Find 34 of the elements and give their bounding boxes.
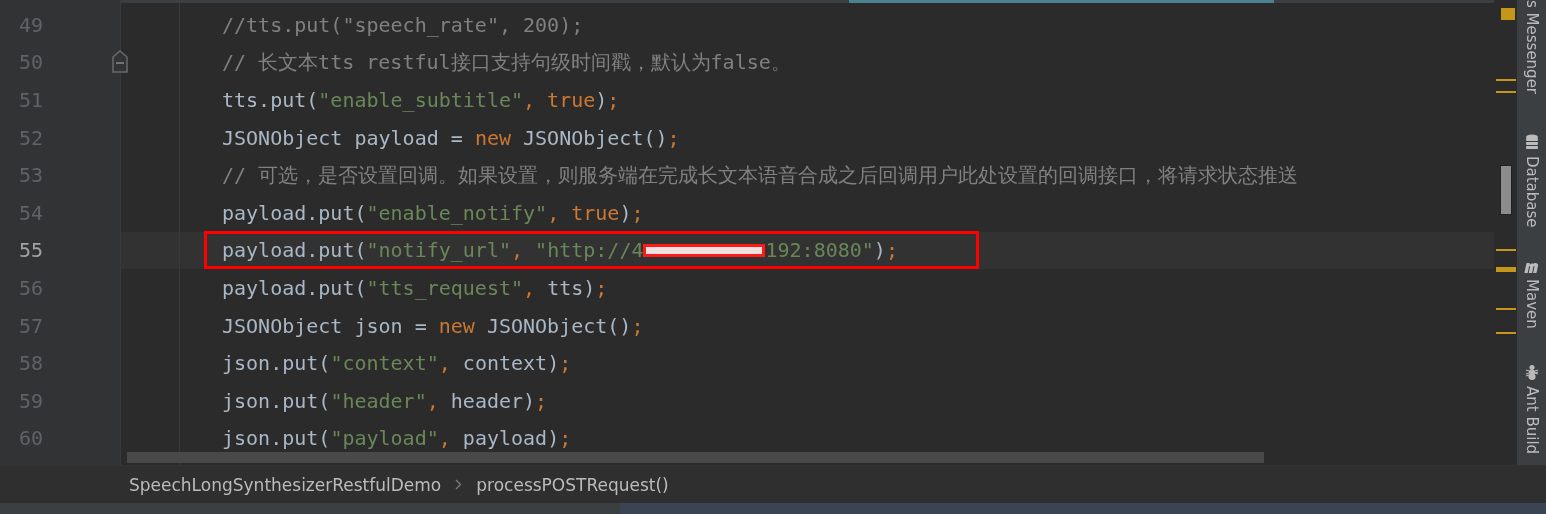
error-stripe-mark[interactable] <box>1496 332 1516 334</box>
code-line: payload.put("notify_url", "http://4 <box>222 238 644 263</box>
code-line: json.put("payload", payload); <box>222 426 572 451</box>
side-tab[interactable]: Ant Build <box>1522 364 1541 455</box>
code-line: 192:8080"); <box>765 238 898 263</box>
error-stripe-mark[interactable] <box>1496 249 1516 251</box>
code-line: json.put("header", header); <box>222 388 548 413</box>
side-tab[interactable]: Database <box>1522 134 1541 228</box>
code-line: // 可选，是否设置回调。如果设置，则服务端在完成长文本语音合成之后回调用户此处设置的回调接口，将请求状态推送 <box>222 161 1299 189</box>
error-stripe-mark[interactable] <box>1501 8 1515 20</box>
error-stripe-mark[interactable] <box>1496 79 1516 81</box>
side-tab[interactable]: Maven <box>1522 261 1541 329</box>
code-line: JSONObject payload = new JSONObject(); <box>222 125 680 150</box>
breadcrumb[interactable]: SpeechLongSynthesizerRestfulDemo <box>129 474 442 495</box>
database-icon <box>1524 134 1539 151</box>
code-line: //tts.put("speech_rate", 200); <box>222 12 584 37</box>
side-tab[interactable]: s Messenger <box>1522 0 1541 95</box>
code-line: json.put("context", context); <box>222 351 572 376</box>
breadcrumb[interactable]: processPOSTRequest() <box>476 474 669 495</box>
maven-icon <box>1524 261 1539 273</box>
code-line: payload.put("tts_request", tts); <box>222 275 608 300</box>
scrollbar-thumb[interactable] <box>1500 165 1512 215</box>
code-line: tts.put("enable_subtitle", true); <box>222 88 620 112</box>
code-line: // 长文本tts restful接口支持句级时间戳，默认为false。 <box>222 48 791 76</box>
error-stripe-mark[interactable] <box>1496 91 1516 93</box>
chevron-icon <box>455 479 463 490</box>
code-line: JSONObject json = new JSONObject(); <box>222 313 644 338</box>
ant-icon <box>1523 364 1540 381</box>
fold-icon[interactable] <box>112 50 128 75</box>
scrollbar-thumb[interactable] <box>127 452 1264 463</box>
line-number: 55 <box>19 238 44 263</box>
error-stripe-mark[interactable] <box>1496 267 1516 272</box>
code-line: payload.put("enable_notify", true); <box>222 200 644 225</box>
error-stripe-mark[interactable] <box>1496 308 1516 310</box>
